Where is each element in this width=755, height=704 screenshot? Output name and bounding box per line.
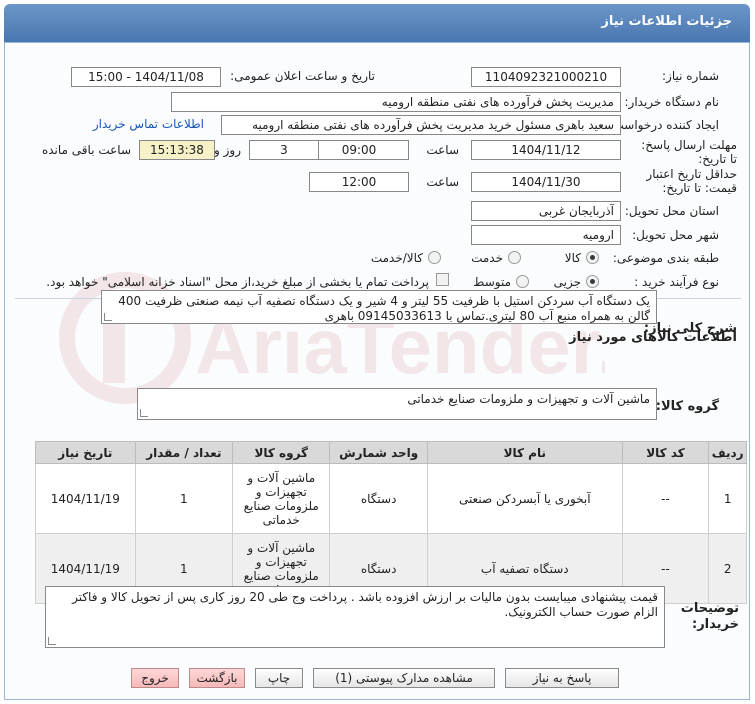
table-row: 1 -- آبخوری یا آبسردکن صنعتی دستگاه ماشی… <box>35 463 747 534</box>
col-qty: تعداد / مقدار <box>134 441 234 464</box>
validity-label: حداقل تاریخ اعتبار قیمت: تا تاریخ: <box>646 167 737 195</box>
validity-date-field: 1404/11/30 <box>471 172 621 192</box>
resize-grip-icon <box>140 409 148 417</box>
attachments-button[interactable]: مشاهده مدارک پیوستی (1) <box>313 668 495 688</box>
col-row: ردیف <box>708 441 747 464</box>
process-option-minor: جزیی <box>553 275 581 289</box>
reply-time-label: ساعت <box>426 143 459 157</box>
days-field: 3 <box>249 140 319 160</box>
cell-date: 1404/11/19 <box>35 463 136 534</box>
contact-buyer-link[interactable]: اطلاعات تماس خریدار <box>93 117 204 131</box>
summary-textarea[interactable]: یک دستگاه آب سردکن استیل با ظرفیت 55 لیت… <box>101 290 657 324</box>
back-button[interactable]: بازگشت <box>189 668 245 688</box>
category-radio-goods[interactable] <box>586 251 599 264</box>
validity-time-label: ساعت <box>426 175 459 189</box>
category-option-goods-service: کالا/خدمت <box>370 251 423 265</box>
cell-name: آبخوری یا آبسردکن صنعتی <box>426 463 623 534</box>
requester-label: ایجاد کننده درخواست: <box>608 118 719 132</box>
announce-field: 1404/11/08 - 15:00 <box>71 67 221 87</box>
cell-group: ماشین آلات و تجهیزات و ملزومات صنایع خدم… <box>232 463 331 534</box>
category-option-goods: کالا <box>564 251 581 265</box>
goods-info-title: اطلاعات کالاهای مورد نیاز <box>569 330 737 345</box>
col-group: گروه کالا <box>232 441 331 464</box>
category-radio-goods-service[interactable] <box>428 251 441 264</box>
remaining-time-field: 15:13:38 <box>139 140 215 160</box>
cell-qty: 1 <box>134 463 234 534</box>
reply-date-field: 1404/11/12 <box>471 140 621 160</box>
process-label: نوع فرآیند خرید : <box>634 275 719 289</box>
goods-group-value: ماشین آلات و تجهیزات و ملزومات صنایع خدم… <box>407 392 650 406</box>
buyer-org-field: مدیریت پخش فرآورده های نفتی منطقه ارومیه <box>171 92 621 112</box>
days-label: روز و <box>214 143 241 157</box>
announce-label: تاریخ و ساعت اعلان عمومی: <box>230 69 375 83</box>
exit-button[interactable]: خروج <box>131 668 179 688</box>
treasury-checkbox[interactable] <box>436 273 449 286</box>
process-note: پرداخت تمام یا بخشی از مبلغ خرید،از محل … <box>46 275 429 289</box>
cell-row: 2 <box>708 533 747 604</box>
cell-row: 1 <box>708 463 747 534</box>
province-field: آذربایجان غربی <box>471 201 621 221</box>
province-label: استان محل تحویل: <box>624 204 719 218</box>
city-field: ارومیه <box>471 225 621 245</box>
notes-label: توضیحات خریدار: <box>680 601 739 632</box>
category-label: طبقه بندی موضوعی: <box>612 251 719 265</box>
process-option-medium: متوسط <box>473 275 511 289</box>
notes-textarea[interactable]: قیمت پیشنهادی میبایست بدون مالیات بر ارز… <box>45 586 665 648</box>
cell-unit: دستگاه <box>329 463 428 534</box>
requester-field: سعید باهری مسئول خرید مدیریت پخش فرآورده… <box>221 115 621 135</box>
reply-button[interactable]: پاسخ به نیاز <box>505 668 619 688</box>
process-radio-minor[interactable] <box>586 275 599 288</box>
process-radio-medium[interactable] <box>516 275 529 288</box>
summary-text: یک دستگاه آب سردکن استیل با ظرفیت 55 لیت… <box>118 294 650 323</box>
col-name: نام کالا <box>426 441 623 464</box>
need-number-field: 1104092321000210 <box>471 67 621 87</box>
category-option-service: خدمت <box>471 251 503 265</box>
col-date: تاریخ نیاز <box>35 441 136 464</box>
resize-grip-icon[interactable] <box>48 637 56 645</box>
validity-time-field: 12:00 <box>309 172 409 192</box>
city-label: شهر محل تحویل: <box>632 228 719 242</box>
col-code: کد کالا <box>621 441 710 464</box>
need-number-label: شماره نیاز: <box>662 69 719 83</box>
items-table: ردیف کد کالا نام کالا واحد شمارش گروه کا… <box>35 441 747 604</box>
page-title: جزئیات اطلاعات نیاز <box>4 4 750 42</box>
goods-group-field: ماشین آلات و تجهیزات و ملزومات صنایع خدم… <box>137 388 657 420</box>
notes-text: قیمت پیشنهادی میبایست بدون مالیات بر ارز… <box>72 590 658 619</box>
table-header-row: ردیف کد کالا نام کالا واحد شمارش گروه کا… <box>35 441 747 464</box>
resize-grip-icon[interactable] <box>104 313 112 321</box>
remaining-label: ساعت باقی مانده <box>41 143 131 157</box>
buyer-org-label: نام دستگاه خریدار: <box>624 95 720 109</box>
details-panel: AriaTender.net شماره نیاز: 1104092321000… <box>4 42 750 700</box>
goods-group-label: گروه کالا: <box>655 399 719 414</box>
col-unit: واحد شمارش <box>329 441 428 464</box>
cell-code: -- <box>621 463 710 534</box>
category-radio-service[interactable] <box>508 251 521 264</box>
reply-time-field: 09:00 <box>309 140 409 160</box>
reply-deadline-label: مهلت ارسال پاسخ: تا تاریخ: <box>641 138 737 166</box>
print-button[interactable]: چاپ <box>255 668 303 688</box>
